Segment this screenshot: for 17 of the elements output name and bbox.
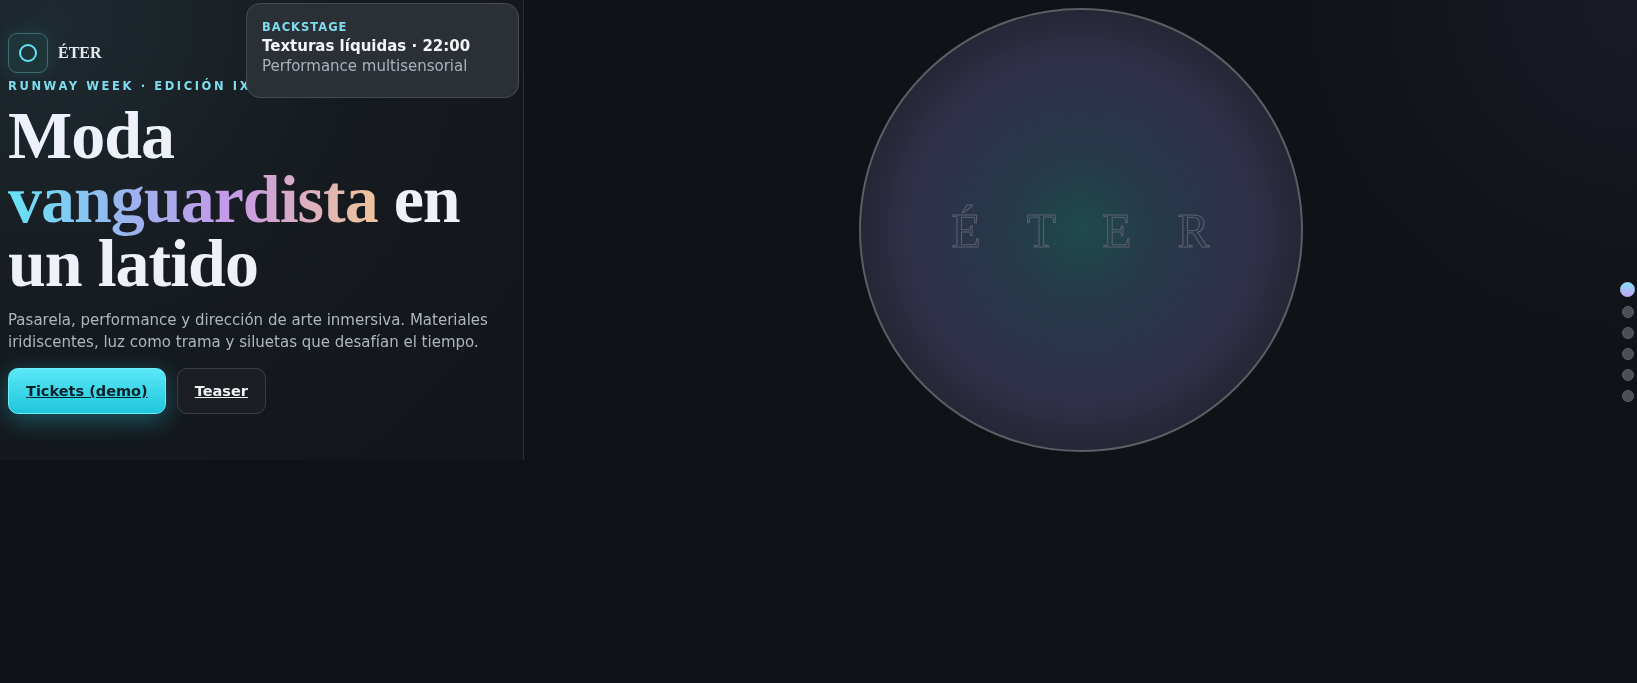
nav-dot[interactable] bbox=[1621, 348, 1634, 360]
nav-dot[interactable] bbox=[1621, 327, 1634, 339]
nav-dot[interactable] bbox=[1620, 282, 1635, 297]
tickets-button[interactable]: Tickets (demo) bbox=[8, 368, 166, 414]
card-title: Texturas líquidas · 22:00 bbox=[262, 37, 472, 55]
nav-dot[interactable] bbox=[1621, 306, 1634, 318]
description: Pasarela, performance y dirección de arte inmersiva. Materiales iridiscentes, luz como trama y siluetas que desafían el tiempo. bbox=[8, 310, 488, 353]
teaser-button[interactable]: Teaser bbox=[176, 368, 266, 414]
nav-dot[interactable] bbox=[1621, 369, 1634, 381]
orb-letter: E bbox=[1102, 202, 1132, 258]
nav-dot[interactable] bbox=[1621, 390, 1634, 402]
brand-name: ÉTER bbox=[58, 44, 102, 62]
card-subtitle: Performance multisensorial bbox=[262, 57, 469, 75]
orb-letter: T bbox=[1026, 202, 1057, 258]
headline: Moda vanguardista en un latido bbox=[8, 103, 461, 295]
card-eyebrow: BACKSTAGE bbox=[262, 20, 349, 34]
logo-icon bbox=[8, 33, 48, 73]
